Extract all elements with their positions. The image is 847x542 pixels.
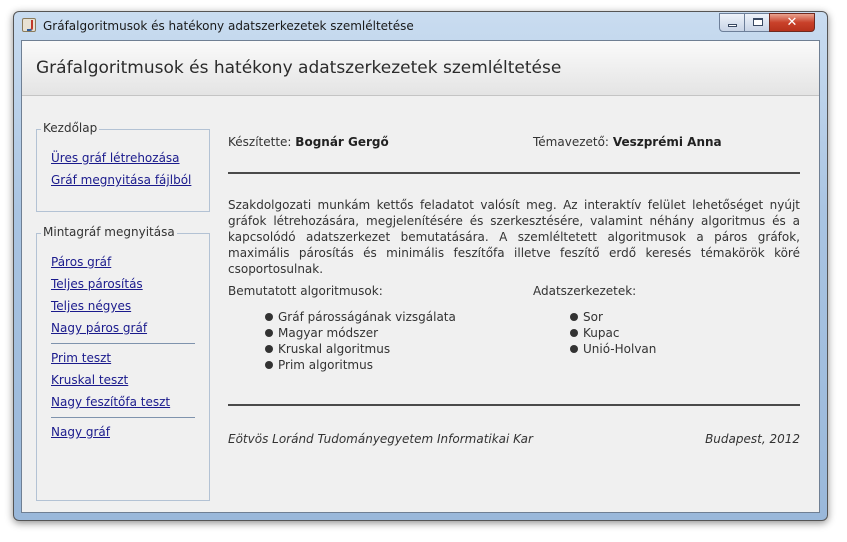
sample-link-large-spanning-tree-test[interactable]: Nagy feszítőfa teszt: [51, 395, 170, 409]
maximize-button[interactable]: [744, 13, 770, 32]
list-item: Sor: [570, 309, 656, 325]
list-item: Unió-Holvan: [570, 341, 656, 357]
author-line: Készítette: Bognár Gergő: [228, 135, 389, 149]
java-app-icon[interactable]: [22, 18, 36, 32]
application-window: Gráfalgoritmusok és hatékony adatszerkez…: [13, 11, 828, 521]
algorithms-heading: Bemutatott algoritmusok:: [228, 284, 383, 298]
window-title: Gráfalgoritmusok és hatékony adatszerkez…: [43, 19, 414, 33]
page-title: Gráfalgoritmusok és hatékony adatszerkez…: [36, 58, 562, 78]
close-icon: ✕: [786, 15, 798, 30]
algorithms-list: Gráf párosságának vizsgálata Magyar móds…: [265, 309, 456, 373]
new-empty-graph-link[interactable]: Üres gráf létrehozása: [51, 151, 180, 165]
client-area: Gráfalgoritmusok és hatékony adatszerkez…: [21, 40, 820, 513]
list-item: Magyar módszer: [265, 325, 456, 341]
minimize-button[interactable]: [719, 13, 745, 32]
top-divider: [228, 172, 800, 174]
author-name: Bognár Gergő: [295, 135, 389, 149]
sample-link-kruskal-test[interactable]: Kruskal teszt: [51, 373, 128, 387]
sample-link-large-bipartite[interactable]: Nagy páros gráf: [51, 321, 147, 335]
sample-link-perfect-matching[interactable]: Teljes párosítás: [51, 277, 143, 291]
list-item: Kupac: [570, 325, 656, 341]
close-button[interactable]: ✕: [769, 13, 815, 32]
app-header: Gráfalgoritmusok és hatékony adatszerkez…: [22, 41, 819, 96]
data-structures-list: Sor Kupac Unió-Holvan: [570, 309, 656, 357]
sample-graphs-legend: Mintagráf megnyitása: [41, 225, 177, 239]
open-graph-file-link[interactable]: Gráf megnyitása fájlból: [51, 173, 191, 187]
main-content: Készítette: Bognár Gergő Témavezető: Ves…: [228, 121, 802, 451]
home-panel-legend: Kezdőlap: [41, 121, 100, 135]
supervisor-line: Témavezető: Veszprémi Anna: [533, 135, 722, 149]
sample-graphs-panel: Mintagráf megnyitása Páros gráf Teljes p…: [36, 225, 210, 501]
bottom-divider: [228, 404, 800, 406]
home-panel: Kezdőlap Üres gráf létrehozása Gráf megn…: [36, 121, 210, 212]
university-footer: Eötvös Loránd Tudományegyetem Informatik…: [228, 432, 533, 446]
supervisor-label: Témavezető:: [533, 135, 609, 149]
sidebar-divider: [51, 417, 195, 418]
sample-link-complete-four[interactable]: Teljes négyes: [51, 299, 131, 313]
place-date-footer: Budapest, 2012: [705, 432, 800, 446]
supervisor-name: Veszprémi Anna: [612, 135, 722, 149]
list-item: Prim algoritmus: [265, 357, 456, 373]
title-bar[interactable]: Gráfalgoritmusok és hatékony adatszerkez…: [14, 12, 827, 40]
sample-link-bipartite[interactable]: Páros gráf: [51, 255, 111, 269]
sample-link-large-graph[interactable]: Nagy gráf: [51, 425, 110, 439]
author-label: Készítette:: [228, 135, 292, 149]
sidebar-divider: [51, 343, 195, 344]
data-structures-heading: Adatszerkezetek:: [533, 284, 637, 298]
description-text: Szakdolgozati munkám kettős feladatot va…: [228, 198, 800, 276]
list-item: Gráf párosságának vizsgálata: [265, 309, 456, 325]
list-item: Kruskal algoritmus: [265, 341, 456, 357]
sample-link-prim-test[interactable]: Prim teszt: [51, 351, 111, 365]
